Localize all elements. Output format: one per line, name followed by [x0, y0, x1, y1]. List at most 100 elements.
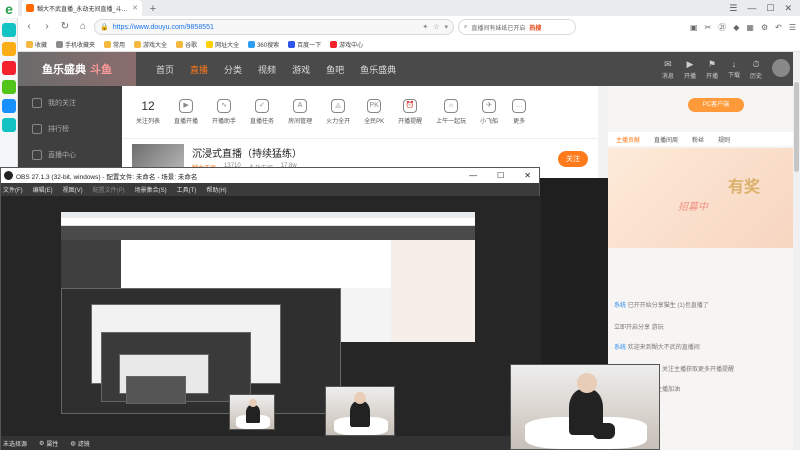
link-icon[interactable] [2, 118, 16, 132]
obs-preview[interactable] [1, 196, 541, 436]
follow-button[interactable]: 关注 [558, 150, 588, 167]
function-item[interactable]: ∿ 开播助手 [212, 99, 236, 125]
bookmark-item[interactable]: 常用 [104, 40, 125, 49]
minimize-icon[interactable]: — [747, 3, 756, 13]
nav-item[interactable]: 分类 [224, 63, 242, 76]
function-item[interactable]: ◬ 火力全开 [326, 99, 350, 125]
menu-help[interactable]: 帮助(H) [206, 185, 226, 194]
douyu-favicon-icon [26, 4, 34, 12]
bookmark-item[interactable]: 百度一下 [288, 40, 321, 49]
cloud-icon[interactable] [2, 99, 16, 113]
nav-item[interactable]: 鱼吧 [326, 63, 344, 76]
forward-icon[interactable]: › [40, 20, 54, 34]
menu-edit[interactable]: 编辑(E) [33, 185, 53, 194]
hot-search-label[interactable]: 热搜 [529, 23, 541, 32]
start-live-button[interactable]: ⚑ 开播 [706, 59, 718, 80]
banner-sub: 招募中 [678, 202, 708, 213]
menu-view[interactable]: 视图(V) [63, 185, 83, 194]
function-item[interactable]: ☼ 上午一起玩 [436, 99, 466, 125]
back-icon[interactable]: ‹ [22, 20, 36, 34]
home-icon[interactable]: ⌂ [76, 20, 90, 34]
maximize-icon[interactable]: ☐ [766, 3, 774, 14]
new-tab-button[interactable]: + [146, 2, 160, 16]
app-icon[interactable] [2, 23, 16, 37]
message-button[interactable]: ✉ 消息 [662, 59, 674, 80]
close-tab-icon[interactable]: ✕ [132, 4, 138, 12]
browser-logo[interactable]: e [0, 0, 18, 18]
maximize-icon[interactable]: ☐ [497, 171, 504, 180]
search-box[interactable]: ⌕ 直播间有妹纸已开启 热搜 [458, 19, 576, 35]
pc-client-button[interactable]: PC客户端 [688, 98, 744, 112]
douyu-logo[interactable]: 鱼乐盛典 斗鱼 [18, 52, 136, 86]
url-text[interactable]: https://www.douyu.com/9858551 [113, 24, 214, 31]
cut-icon[interactable]: ✂ [705, 23, 712, 32]
filters-button[interactable]: ◍ 滤镜 [70, 439, 89, 448]
function-item[interactable]: A 房间管理 [288, 99, 312, 125]
star-icon[interactable] [2, 42, 16, 56]
sidebar-item-ranking[interactable]: 排行榜 [18, 116, 122, 142]
refresh-icon[interactable]: ↻ [58, 20, 72, 34]
gear-icon: ⚙ [39, 441, 45, 447]
bookmark-item[interactable]: 谷歌 [176, 40, 197, 49]
sidebar-item-follow[interactable]: 我的关注 [18, 90, 122, 116]
dropdown-icon[interactable]: ▾ [444, 23, 448, 31]
nav-item[interactable]: 鱼乐盛典 [360, 63, 396, 76]
bookmark-item[interactable]: 网址大全 [206, 40, 239, 49]
nav-item[interactable]: 视频 [258, 63, 276, 76]
start-live-button[interactable]: ▶ 开播 [684, 59, 696, 80]
page-scrollbar[interactable] [793, 52, 800, 450]
follow-count[interactable]: 12 关注列表 [136, 99, 160, 125]
promo-banner[interactable]: 有奖 招募中 [608, 148, 800, 248]
tab-fans[interactable]: 粉丝 [692, 135, 704, 144]
tab-weekly[interactable]: 直播间周 [654, 135, 678, 144]
function-item[interactable]: PK 全民PK [364, 99, 384, 125]
menu-scene-collection[interactable]: 场景集合(S) [135, 185, 167, 194]
menu-profile[interactable]: 配置文件(P) [93, 185, 125, 194]
download-button[interactable]: ↓ 下载 [728, 59, 740, 80]
nav-item[interactable]: 首页 [156, 63, 174, 76]
mic-icon[interactable]: ✦ [422, 23, 428, 31]
function-item[interactable]: ✓ 直播任务 [250, 99, 274, 125]
tab-contribution[interactable]: 主播贡献 [616, 135, 640, 144]
tab-rules[interactable]: 规则 [718, 135, 730, 144]
screenshot-icon[interactable]: ▣ [690, 23, 698, 32]
nav-item[interactable]: 直播 [190, 63, 208, 76]
obs-menubar: 文件(F) 编辑(E) 视图(V) 配置文件(P) 场景集合(S) 工具(T) … [1, 183, 539, 196]
browser-tab[interactable]: 糊大不武直播_永劫无间直播_斗… ✕ [22, 0, 142, 16]
center-icon [32, 150, 42, 160]
properties-button[interactable]: ⚙ 属性 [39, 439, 58, 448]
function-item[interactable]: ⏰ 开播提醒 [398, 99, 422, 125]
nav-item[interactable]: 游戏 [292, 63, 310, 76]
address-bar[interactable]: 🔒 https://www.douyu.com/9858551 ✦ ☆ ▾ [94, 19, 454, 35]
translate-icon[interactable]: ㉑ [718, 22, 726, 33]
bookmarks-bar: 收藏 手机收藏夹 常用 游戏大全 谷歌 网址大全 360搜索 百度一下 游戏中心 [18, 38, 800, 52]
bookmark-item[interactable]: 手机收藏夹 [56, 40, 95, 49]
function-item[interactable]: ▶ 直播开播 [174, 99, 198, 125]
bookmark-item[interactable]: 360搜索 [248, 40, 279, 49]
bookmark-item[interactable]: 收藏 [26, 40, 47, 49]
bookmark-item[interactable]: 游戏大全 [134, 40, 167, 49]
function-bar: 12 关注列表 ▶ 直播开播 ∿ 开播助手 ✓ 直播任务 A 房间管理 ◬ 火力全开 PK 全… [122, 86, 598, 138]
star-icon[interactable]: ☆ [433, 23, 439, 31]
gear-icon[interactable]: ⚙ [761, 23, 768, 32]
history-button[interactable]: ⏱ 历史 [750, 59, 762, 80]
function-item[interactable]: … 更多 [512, 99, 527, 125]
sidebar-item-center[interactable]: 直播中心 [18, 142, 122, 168]
function-item[interactable]: ✈ 小飞船 [480, 99, 498, 125]
weibo-icon[interactable] [2, 61, 16, 75]
grid-icon[interactable]: ▦ [746, 23, 754, 32]
avatar[interactable] [772, 58, 790, 80]
obs-window: OBS 27.1.3 (32-bit, windows) - 配置文件: 未命名… [0, 167, 541, 450]
undo-icon[interactable]: ↶ [775, 23, 782, 32]
menu-tools[interactable]: 工具(T) [177, 185, 197, 194]
bookmark-item[interactable]: 游戏中心 [330, 40, 363, 49]
game-icon[interactable]: ◆ [733, 23, 739, 32]
close-window-icon[interactable]: ✕ [784, 3, 792, 14]
minimize-icon[interactable]: — [469, 171, 477, 180]
more-icon[interactable]: ☰ [789, 23, 796, 32]
menu-icon[interactable]: ☰ [729, 3, 737, 14]
mail-icon[interactable] [2, 80, 16, 94]
captured-nested [126, 376, 186, 404]
menu-file[interactable]: 文件(F) [3, 185, 23, 194]
close-window-icon[interactable]: ✕ [524, 171, 531, 180]
